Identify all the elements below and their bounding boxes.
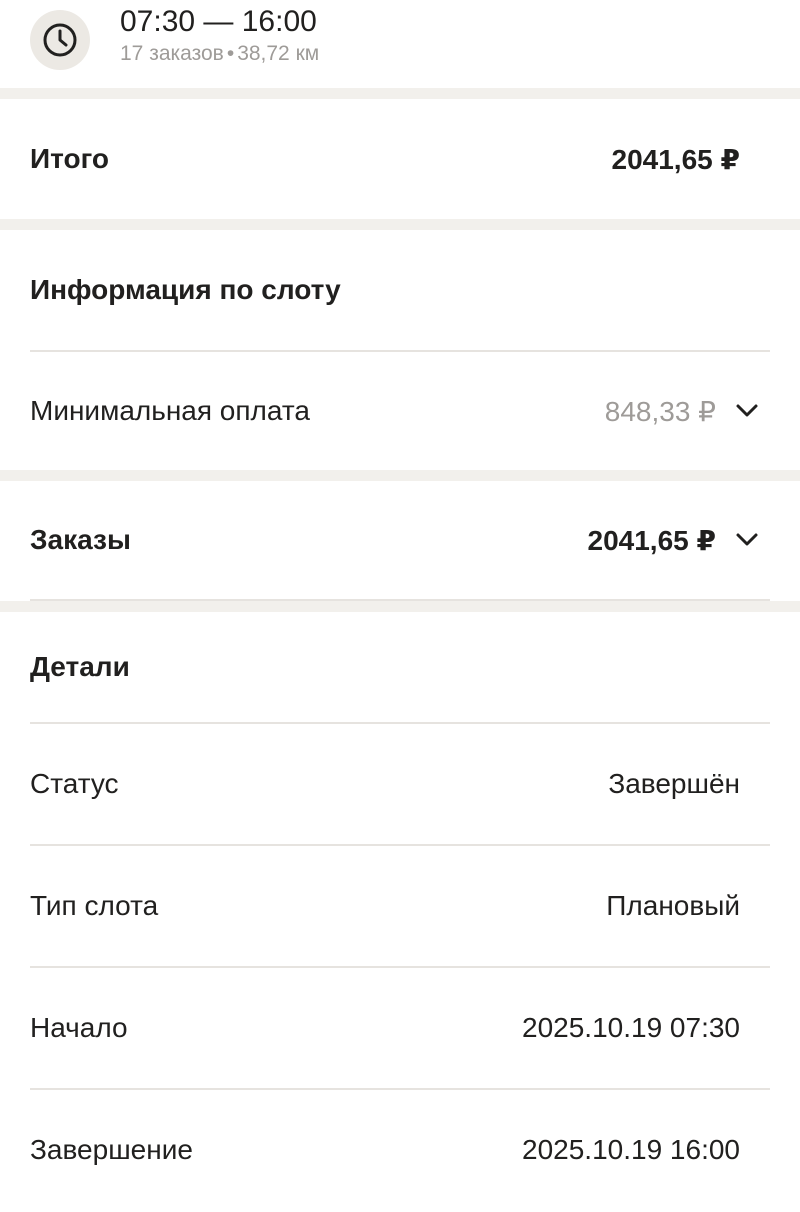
- slot-type-value: Плановый: [606, 890, 740, 921]
- details-row-slot-type: Тип слота Плановый: [0, 846, 800, 966]
- orders-row[interactable]: Заказы 2041,65 ₽: [0, 481, 800, 599]
- details-row-end: Завершение 2025.10.19 16:00: [0, 1090, 800, 1210]
- slot-info-section: Информация по слоту Минимальная оплата 8…: [0, 230, 800, 470]
- details-label: Начало: [30, 1012, 128, 1043]
- time-range: 07:30 — 16:00: [120, 5, 317, 38]
- details-label: Тип слота: [30, 890, 159, 921]
- total-value: 2041,65 ₽: [611, 143, 740, 175]
- chevron-down-icon[interactable]: [734, 527, 760, 553]
- details-row-status: Статус Завершён: [0, 724, 800, 844]
- min-pay-label: Минимальная оплата: [30, 395, 310, 426]
- start-value: 2025.10.19 07:30: [522, 1012, 740, 1043]
- divider: [30, 599, 770, 601]
- slot-info-title: Информация по слоту: [30, 274, 341, 305]
- slot-header: 07:30 — 16:00 17 заказов • 38,72 км: [0, 0, 800, 88]
- slot-summary: 17 заказов • 38,72 км: [120, 42, 319, 66]
- orders-section: Заказы 2041,65 ₽: [0, 481, 800, 601]
- end-value: 2025.10.19 16:00: [522, 1134, 740, 1165]
- distance: 38,72 км: [237, 42, 320, 65]
- separator: •: [226, 42, 235, 65]
- details-label: Завершение: [30, 1134, 193, 1165]
- total-label: Итого: [30, 143, 109, 174]
- clock-icon: [30, 10, 90, 70]
- min-pay-row[interactable]: Минимальная оплата 848,33 ₽: [0, 352, 800, 470]
- details-label: Статус: [30, 768, 119, 799]
- total-section: Итого 2041,65 ₽: [0, 99, 800, 219]
- chevron-down-icon[interactable]: [734, 398, 760, 424]
- min-pay-value: 848,33 ₽: [604, 395, 716, 427]
- details-row-start: Начало 2025.10.19 07:30: [0, 968, 800, 1088]
- orders-count: 17 заказов: [120, 42, 224, 65]
- status-value: Завершён: [608, 768, 740, 799]
- details-section: Детали Статус Завершён Тип слота Плановы…: [0, 612, 800, 1212]
- orders-value: 2041,65 ₽: [587, 524, 716, 556]
- details-title: Детали: [30, 651, 130, 682]
- orders-label: Заказы: [30, 524, 131, 555]
